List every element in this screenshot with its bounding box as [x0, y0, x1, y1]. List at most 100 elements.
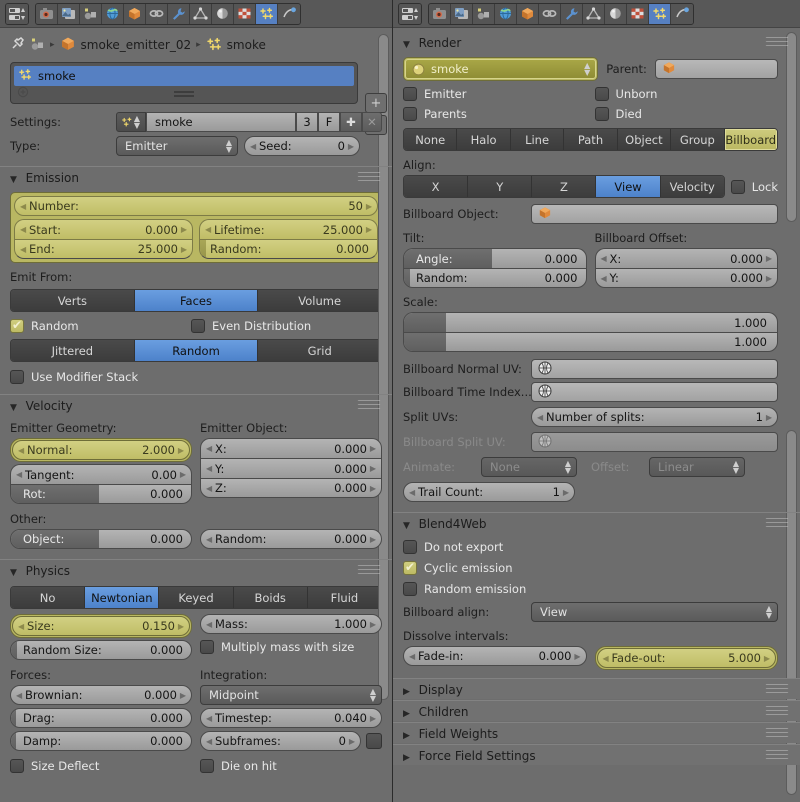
render-as-none-button[interactable]: None [404, 129, 457, 150]
panel-resize-grip[interactable] [766, 518, 788, 530]
particle-type-dropdown[interactable]: Emitter ▲▼ [116, 136, 238, 156]
panel-resize-grip[interactable] [358, 172, 380, 184]
checkbox-empty-icon[interactable] [403, 540, 417, 554]
arrow-left-icon[interactable]: ◀ [206, 484, 212, 493]
render-as-line-button[interactable]: Line [511, 129, 564, 150]
list-resize-grip[interactable] [174, 91, 194, 99]
cube-icon[interactable] [517, 4, 539, 24]
checkbox-empty-icon[interactable] [595, 107, 609, 121]
section-header-blend4web[interactable]: ▼ Blend4Web [393, 512, 800, 533]
fade-in-field[interactable]: ◀ Fade-in: 0.000 ▶ [403, 646, 587, 666]
number-of-splits-field[interactable]: ◀ Number of splits: 1 ▶ [531, 407, 778, 427]
brownian-field[interactable]: ◀ Brownian: 0.000 ▶ [10, 685, 192, 705]
panel-resize-grip[interactable] [766, 728, 788, 740]
size-deflect-checkbox[interactable]: Size Deflect [10, 759, 192, 773]
camera-icon[interactable] [429, 4, 451, 24]
integration-dropdown[interactable]: Midpoint ▲▼ [200, 685, 382, 705]
arrow-left-icon[interactable]: ◀ [20, 245, 26, 254]
lifetime-random-field[interactable]: Random: 0.000 [199, 239, 378, 259]
emitter-object-z-field[interactable]: ◀ Z: 0.000 ▶ [200, 478, 382, 498]
arrow-right-icon[interactable]: ▶ [370, 444, 376, 453]
arrow-right-icon[interactable]: ▶ [181, 225, 187, 234]
emitter-object-y-field[interactable]: ◀ Y: 0.000 ▶ [200, 458, 382, 478]
do-not-export-checkbox[interactable]: Do not export [403, 540, 503, 554]
section-header-display[interactable]: ▶ Display [393, 678, 800, 699]
parent-object-field[interactable] [655, 59, 778, 79]
physics-orbit-icon[interactable] [671, 4, 693, 24]
checkbox-check-icon[interactable] [10, 319, 24, 333]
breadcrumb-particle-name[interactable]: smoke [227, 38, 266, 52]
arrow-right-icon[interactable]: ▶ [181, 245, 187, 254]
render-as-billboard-button[interactable]: Billboard [725, 129, 777, 150]
distribution-grid-button[interactable]: Grid [258, 340, 381, 361]
physics-boids-button[interactable]: Boids [234, 587, 308, 608]
globe-icon[interactable] [102, 4, 124, 24]
multiply-mass-checkbox[interactable]: Multiply mass with size [200, 640, 382, 654]
scale-u-field[interactable]: 1.000 [403, 312, 778, 332]
unlink-datablock-button[interactable]: ✕ [362, 112, 382, 132]
particle-system-list[interactable]: smoke [10, 62, 358, 104]
fake-user-button[interactable]: F [318, 112, 340, 132]
arrow-left-icon[interactable]: ◀ [601, 274, 607, 283]
object-velocity-field[interactable]: Object: 0.000 [10, 529, 192, 549]
billboard-normal-uv-field[interactable] [531, 359, 778, 379]
render-as-buttons[interactable]: None Halo Line Path Object Group Billboa… [403, 128, 778, 151]
arrow-right-icon[interactable]: ▶ [574, 652, 580, 661]
panel-resize-grip[interactable] [358, 400, 380, 412]
right-panel-scrollbar[interactable] [786, 32, 797, 222]
normal-velocity-field[interactable]: ◀ Normal: 2.000 ▶ [12, 440, 190, 460]
triangle-mesh-icon[interactable] [190, 4, 212, 24]
checker-icon[interactable] [234, 4, 256, 24]
checkbox-empty-icon[interactable] [595, 87, 609, 101]
arrow-right-icon[interactable]: ▶ [370, 464, 376, 473]
checkbox-empty-icon[interactable] [10, 370, 24, 384]
chain-icon[interactable] [146, 4, 168, 24]
random-size-field[interactable]: Random Size: 0.000 [10, 640, 192, 660]
triangle-mesh-icon[interactable] [583, 4, 605, 24]
plus-circle-icon[interactable] [17, 86, 29, 101]
arrow-left-icon[interactable]: ◀ [18, 622, 24, 631]
arrow-left-icon[interactable]: ◀ [205, 225, 211, 234]
render-as-halo-button[interactable]: Halo [457, 129, 510, 150]
arrow-right-icon[interactable]: ▶ [766, 413, 772, 422]
new-datablock-button[interactable]: ✚ [340, 112, 362, 132]
physics-keyed-button[interactable]: Keyed [159, 587, 233, 608]
emitter-checkbox[interactable]: Emitter [403, 87, 587, 101]
arrow-right-icon[interactable]: ▶ [180, 470, 186, 479]
arrow-left-icon[interactable]: ◀ [603, 654, 609, 663]
globe-icon[interactable] [495, 4, 517, 24]
wrench-icon[interactable] [561, 4, 583, 24]
random-velocity-field[interactable]: ◀ Random: 0.000 ▶ [200, 529, 382, 549]
properties-tab-strip[interactable] [428, 3, 694, 25]
parents-checkbox[interactable]: Parents [403, 107, 587, 121]
tangent-field[interactable]: ◀ Tangent: 0.00 ▶ [10, 464, 192, 484]
properties-editor-icon[interactable] [6, 4, 28, 24]
sphere-icon[interactable] [605, 4, 627, 24]
list-item[interactable]: smoke [14, 66, 354, 86]
checkbox-empty-icon[interactable] [403, 107, 417, 121]
arrow-right-icon[interactable]: ▶ [348, 142, 354, 151]
arrow-right-icon[interactable]: ▶ [178, 622, 184, 631]
settings-name-input[interactable]: smoke [146, 112, 296, 132]
checkbox-empty-icon[interactable] [200, 759, 214, 773]
physics-fluid-button[interactable]: Fluid [308, 587, 381, 608]
arrow-left-icon[interactable]: ◀ [537, 413, 543, 422]
tilt-angle-field[interactable]: Angle: 0.000 [403, 248, 587, 268]
checker-icon[interactable] [627, 4, 649, 24]
tilt-random-field[interactable]: Random: 0.000 [403, 268, 587, 288]
lifetime-field[interactable]: ◀ Lifetime: 25.000 ▶ [199, 219, 378, 239]
subframes-field[interactable]: ◀ Subframes: 0 ▶ [200, 731, 361, 751]
billboard-offset-y-field[interactable]: ◀ Y: 0.000 ▶ [595, 268, 779, 288]
distribution-random-button[interactable]: Random [135, 340, 259, 361]
editor-type-selector[interactable] [5, 3, 29, 25]
arrow-left-icon[interactable]: ◀ [409, 488, 415, 497]
arrow-left-icon[interactable]: ◀ [16, 691, 22, 700]
drag-field[interactable]: Drag: 0.000 [10, 708, 192, 728]
section-header-velocity[interactable]: ▼ Velocity [0, 394, 392, 415]
billboard-offset-x-field[interactable]: ◀ X: 0.000 ▶ [595, 248, 779, 268]
arrow-left-icon[interactable]: ◀ [20, 225, 26, 234]
start-field[interactable]: ◀ Start: 0.000 ▶ [14, 219, 193, 239]
arrow-left-icon[interactable]: ◀ [206, 444, 212, 453]
pin-icon[interactable] [10, 36, 25, 54]
emit-from-buttons[interactable]: Verts Faces Volume [10, 289, 382, 312]
